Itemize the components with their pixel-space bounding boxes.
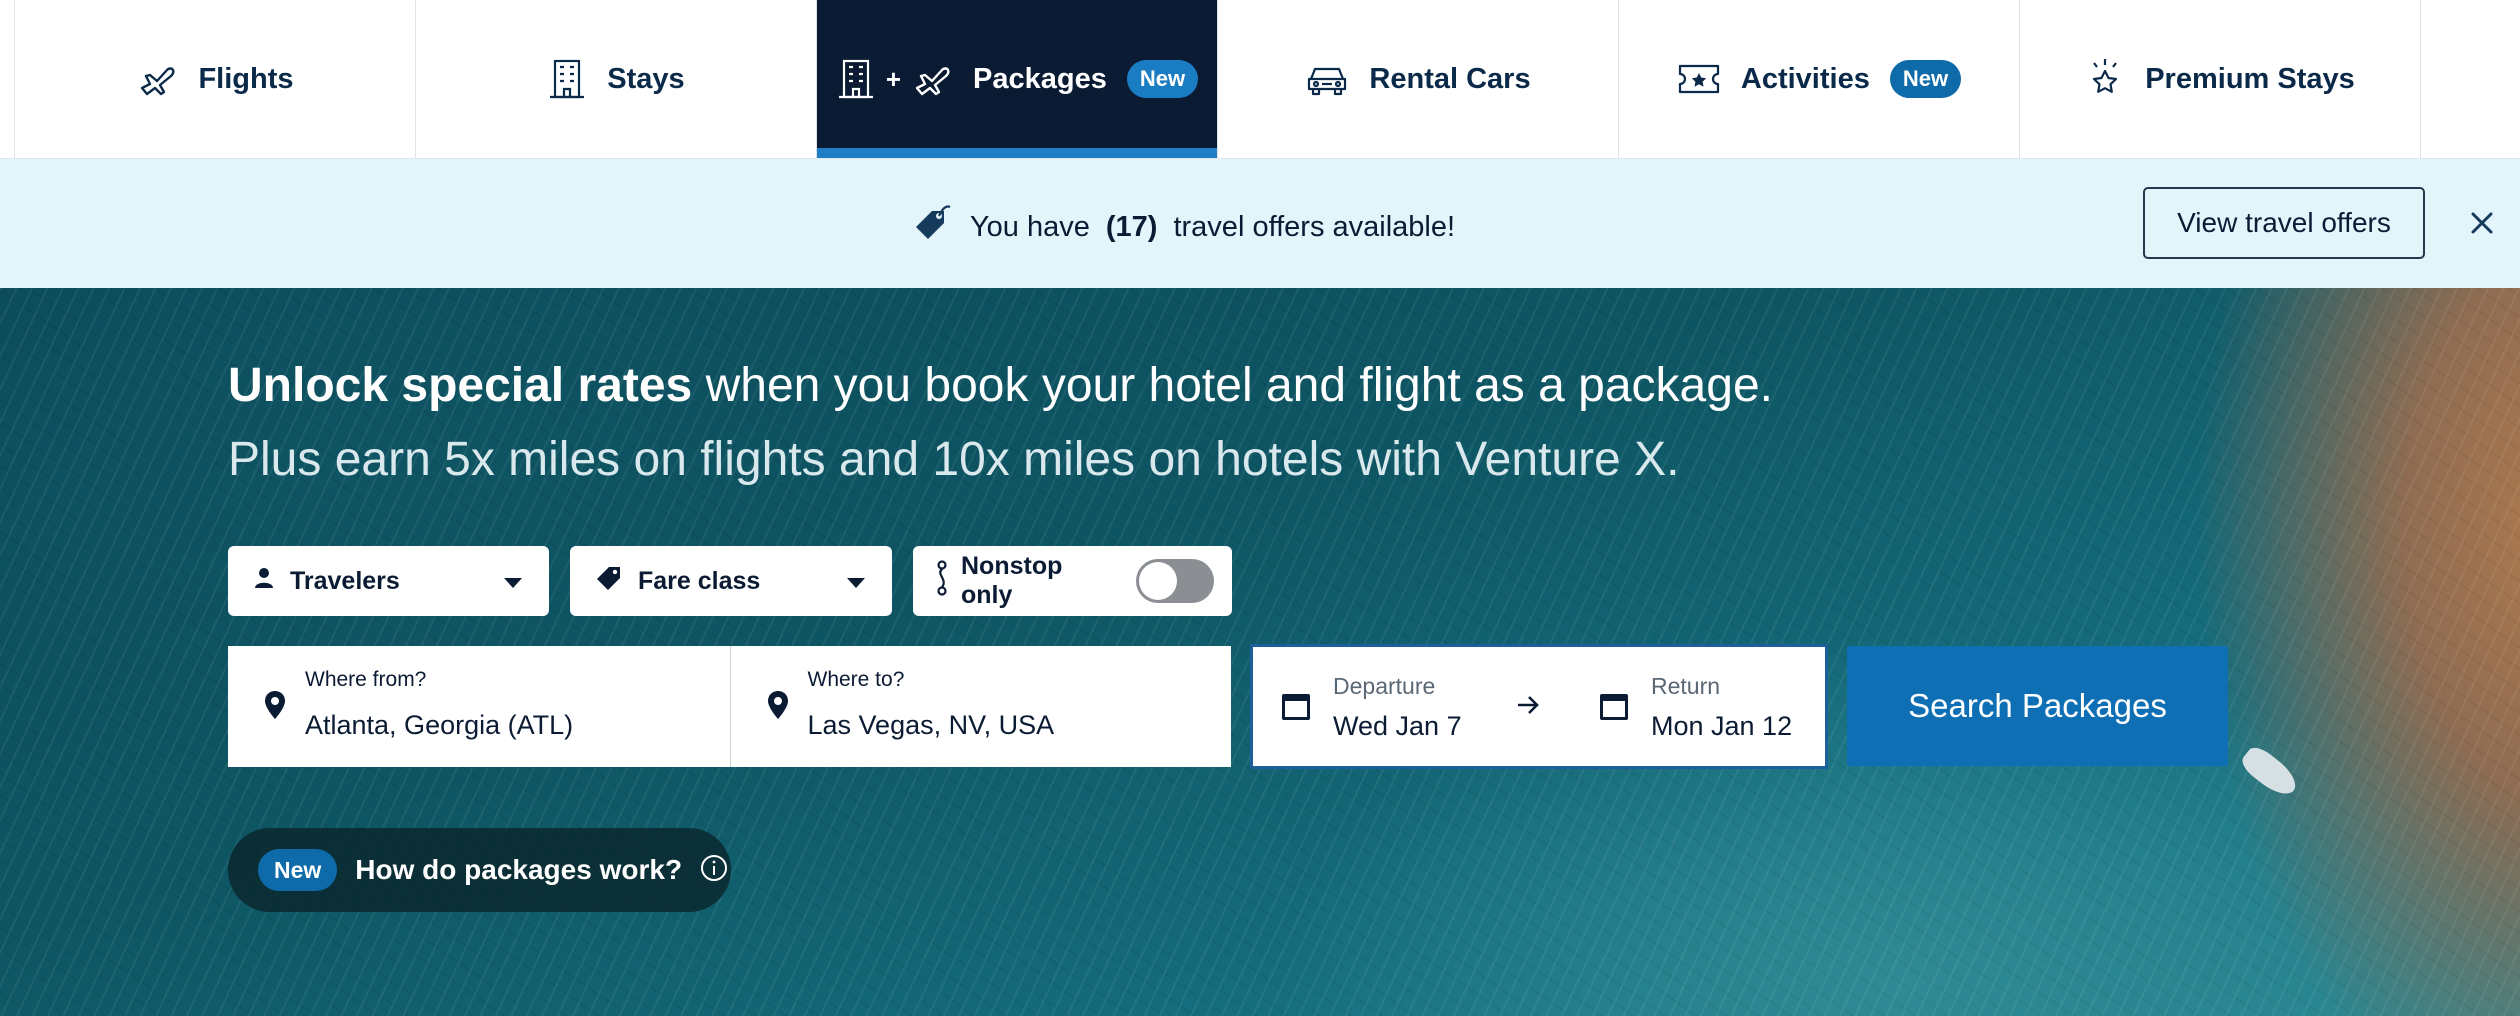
hero-subline: Plus earn 5x miles on flights and 10x mi… [228, 433, 1680, 486]
nonstop-toggle-control[interactable]: Nonstop only [913, 546, 1232, 616]
offers-suffix: travel offers available! [1173, 210, 1456, 243]
offers-message: You have (17) travel offers available! [912, 201, 1455, 253]
date-range-picker[interactable]: Departure Wed Jan 7 Return Mon Jan 12 [1250, 644, 1828, 769]
nonstop-toggle-switch[interactable] [1136, 559, 1214, 603]
new-badge: New [1126, 60, 1199, 98]
where-to-label: Where to? [807, 668, 905, 691]
departure-label: Departure [1333, 673, 1436, 699]
where-from-value: Atlanta, Georgia (ATL) [305, 710, 574, 740]
new-badge: New [1889, 60, 1962, 98]
travelers-label: Travelers [290, 566, 400, 595]
tab-label: Packages [973, 62, 1107, 95]
car-icon [1305, 61, 1349, 97]
chevron-down-icon [503, 567, 523, 596]
info-icon [700, 854, 728, 887]
offers-prefix: You have [970, 210, 1090, 243]
search-packages-button[interactable]: Search Packages [1847, 646, 2228, 766]
plane-icon [911, 58, 953, 100]
departure-date-field[interactable]: Departure Wed Jan 7 [1253, 647, 1571, 766]
toggle-knob [1139, 562, 1178, 600]
route-icon [935, 559, 949, 603]
arrow-right-icon [1517, 695, 1539, 720]
where-from-label: Where from? [305, 668, 427, 691]
product-tabs: Flights Stays + Packages New Rental Cars… [0, 0, 2520, 159]
fare-class-dropdown[interactable]: Fare class [570, 546, 892, 616]
price-tag-icon [912, 201, 954, 253]
new-badge: New [258, 849, 338, 891]
tab-label: Rental Cars [1369, 62, 1531, 95]
map-pin-icon [264, 690, 286, 725]
tab-label: Flights [198, 62, 294, 95]
sparkle-star-icon [2085, 57, 2125, 101]
calendar-icon [1281, 691, 1311, 726]
tab-label: Activities [1740, 62, 1870, 95]
tab-rental-cars[interactable]: Rental Cars [1218, 0, 1619, 158]
tabbar-left-edge [0, 0, 15, 158]
chevron-down-icon [846, 567, 866, 596]
map-pin-icon [767, 690, 789, 725]
tag-icon [596, 565, 622, 598]
return-label: Return [1651, 673, 1721, 699]
hotel-icon [836, 57, 876, 101]
tab-stays[interactable]: Stays [416, 0, 817, 158]
how-packages-work-text: How do packages work? [355, 854, 683, 885]
how-packages-work-link[interactable]: New How do packages work? [228, 828, 731, 912]
fare-class-label: Fare class [638, 566, 761, 595]
hero-headline: Unlock special rates when you book your … [228, 358, 1773, 413]
ticket-icon [1677, 62, 1721, 96]
person-icon [254, 567, 274, 596]
headline-rest: when you book your hotel and flight as a… [705, 359, 1773, 412]
where-to-value: Las Vegas, NV, USA [807, 710, 1055, 740]
hotel-icon [547, 57, 587, 101]
plus-sign: + [885, 63, 902, 94]
return-value: Mon Jan 12 [1651, 711, 1793, 741]
tab-label: Premium Stays [2145, 62, 2355, 95]
tab-premium-stays[interactable]: Premium Stays [2020, 0, 2421, 158]
plane-icon [136, 58, 178, 100]
travelers-dropdown[interactable]: Travelers [228, 546, 549, 616]
tab-activities[interactable]: Activities New [1619, 0, 2020, 158]
tab-flights[interactable]: Flights [15, 0, 416, 158]
where-from-field[interactable]: Where from? Atlanta, Georgia (ATL) [228, 646, 730, 767]
view-travel-offers-button[interactable]: View travel offers [2143, 187, 2425, 259]
nonstop-label: Nonstop only [961, 552, 1063, 609]
tab-label: Stays [607, 62, 685, 95]
headline-bold: Unlock special rates [228, 359, 693, 412]
offers-count: (17) [1105, 210, 1158, 243]
close-icon[interactable] [2462, 203, 2502, 243]
location-fields: Where from? Atlanta, Georgia (ATL) Where… [228, 646, 1231, 767]
travel-offers-banner: You have (17) travel offers available! V… [0, 159, 2520, 288]
tab-packages[interactable]: + Packages New [817, 0, 1218, 158]
departure-value: Wed Jan 7 [1333, 711, 1462, 741]
where-to-field[interactable]: Where to? Las Vegas, NV, USA [729, 646, 1232, 767]
calendar-icon [1599, 691, 1629, 726]
return-date-field[interactable]: Return Mon Jan 12 [1571, 647, 1825, 766]
